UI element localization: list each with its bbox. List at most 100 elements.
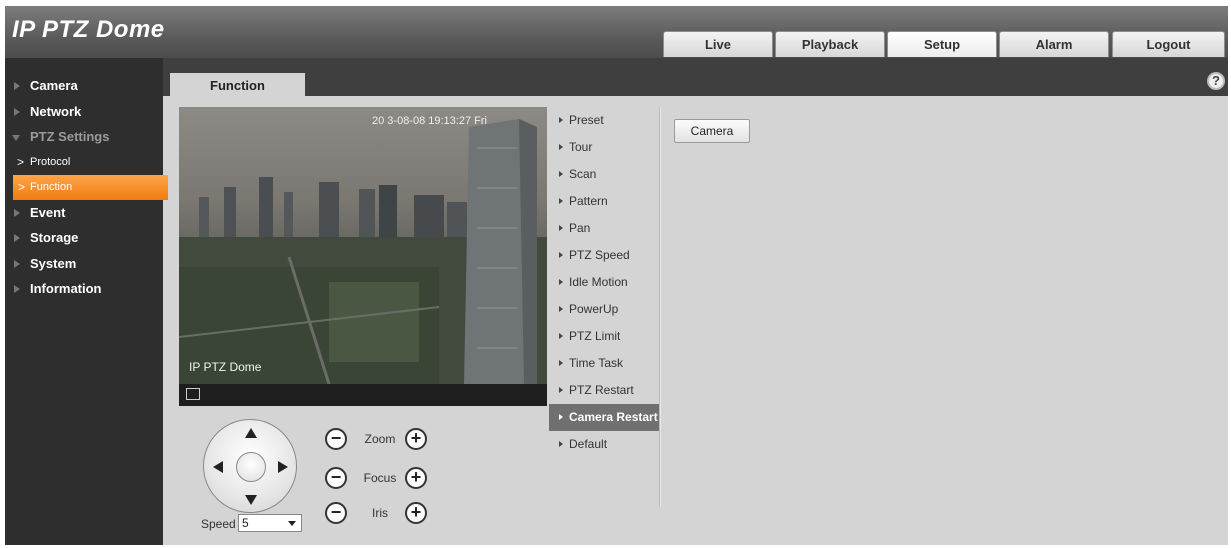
tab-setup[interactable]: Setup: [887, 31, 997, 57]
expand-arrow-icon: [14, 234, 20, 242]
sidebar-item-information[interactable]: Information: [5, 276, 163, 302]
sidebar-item-ptz-settings[interactable]: PTZ Settings: [5, 124, 163, 150]
arrow-right-icon: [559, 360, 563, 366]
arrow-right-icon: [559, 414, 563, 420]
menu-item-label: Pan: [569, 221, 591, 235]
menu-item-label: Tour: [569, 140, 593, 154]
sidebar-item-label: Information: [30, 281, 102, 296]
video-channel-name: IP PTZ Dome: [189, 360, 262, 374]
video-timestamp: 20 3-08-08 19:13:27 Fri: [372, 115, 487, 127]
sidebar-subitem-function[interactable]: > Function: [13, 174, 168, 200]
menu-item-ptz-speed[interactable]: PTZ Speed: [549, 242, 661, 269]
menu-item-label: Preset: [569, 113, 604, 127]
sidebar-item-label: Protocol: [30, 155, 71, 168]
iris-label: Iris: [372, 506, 388, 520]
menu-item-label: PTZ Restart: [569, 383, 634, 397]
camera-restart-button[interactable]: Camera: [674, 119, 750, 143]
arrow-right-icon: [559, 225, 563, 231]
menu-item-label: PTZ Limit: [569, 329, 621, 343]
menu-item-tour[interactable]: Tour: [549, 134, 661, 161]
menu-item-pan[interactable]: Pan: [549, 215, 661, 242]
menu-divider: [659, 107, 661, 507]
sidebar-item-label: Function: [30, 180, 73, 193]
tab-live[interactable]: Live: [663, 31, 773, 57]
arrow-right-icon: [559, 279, 563, 285]
arrow-right-icon: [559, 306, 563, 312]
menu-item-scan[interactable]: Scan: [549, 161, 661, 188]
app-frame: IP PTZ Dome Live Playback Setup Alarm Lo…: [5, 6, 1228, 545]
focus-label: Focus: [363, 471, 397, 485]
speed-value: 5: [242, 516, 249, 530]
sidebar-item-camera[interactable]: Camera: [5, 73, 163, 99]
sidebar-item-system[interactable]: System: [5, 251, 163, 277]
sidebar: Camera Network PTZ Settings > Protocol > F…: [5, 58, 168, 545]
menu-item-preset[interactable]: Preset: [549, 107, 661, 134]
arrow-right-icon: [559, 441, 563, 447]
zoom-out-button[interactable]: −: [325, 428, 347, 450]
menu-item-label: Pattern: [569, 194, 608, 208]
zoom-label: Zoom: [364, 432, 396, 446]
menu-item-idle-motion[interactable]: Idle Motion: [549, 269, 661, 296]
menu-item-label: PTZ Speed: [569, 248, 630, 262]
app-title: IP PTZ Dome: [12, 16, 165, 43]
menu-item-ptz-restart[interactable]: PTZ Restart: [549, 377, 661, 404]
menu-item-pattern[interactable]: Pattern: [549, 188, 661, 215]
chevron-right-icon: >: [17, 154, 25, 169]
menu-item-powerup[interactable]: PowerUp: [549, 296, 661, 323]
menu-item-label: Time Task: [569, 356, 624, 370]
focus-out-button[interactable]: −: [325, 467, 347, 489]
expand-arrow-icon: [14, 259, 20, 268]
collapse-arrow-icon: [12, 135, 20, 141]
sidebar-subitem-protocol[interactable]: > Protocol: [5, 150, 163, 175]
help-icon[interactable]: ?: [1207, 72, 1225, 90]
iris-close-button[interactable]: −: [325, 502, 347, 524]
sidebar-item-label: Network: [30, 103, 82, 119]
zoom-in-button[interactable]: +: [405, 428, 427, 450]
content-tab-function[interactable]: Function: [170, 73, 305, 99]
expand-arrow-icon: [14, 285, 20, 293]
menu-item-camera-restart[interactable]: Camera Restart: [549, 404, 661, 431]
arrow-left-icon[interactable]: [213, 461, 223, 473]
focus-in-button[interactable]: +: [405, 467, 427, 489]
arrow-right-icon: [559, 198, 563, 204]
arrow-right-icon: [559, 333, 563, 339]
function-menu: Preset Tour Scan Pattern Pan PTZ Speed I…: [549, 107, 661, 458]
ptz-center-button[interactable]: [236, 452, 266, 482]
expand-arrow-icon: [14, 208, 20, 217]
menu-item-label: Idle Motion: [569, 275, 628, 289]
tab-alarm[interactable]: Alarm: [999, 31, 1109, 57]
speed-select[interactable]: 5: [238, 514, 302, 532]
sidebar-item-label: PTZ Settings: [30, 129, 110, 144]
menu-item-default[interactable]: Default: [549, 431, 661, 458]
menu-item-ptz-limit[interactable]: PTZ Limit: [549, 323, 661, 350]
arrow-right-icon: [559, 144, 563, 150]
menu-item-label: Default: [569, 437, 608, 451]
fullscreen-icon[interactable]: [186, 388, 200, 400]
sidebar-item-label: Event: [30, 204, 66, 220]
sidebar-item-label: System: [30, 255, 77, 271]
arrow-right-icon: [559, 117, 563, 123]
chevron-down-icon: [288, 521, 296, 526]
iris-open-button[interactable]: +: [405, 502, 427, 524]
ptz-direction-pad: [203, 419, 297, 513]
sidebar-item-network[interactable]: Network: [5, 99, 163, 125]
arrow-right-icon[interactable]: [278, 461, 288, 473]
camera-image: [179, 107, 547, 384]
menu-item-time-task[interactable]: Time Task: [549, 350, 661, 377]
arrow-up-icon[interactable]: [245, 428, 257, 438]
video-preview[interactable]: 20 3-08-08 19:13:27 Fri IP PTZ Dome: [179, 107, 547, 406]
sidebar-item-event[interactable]: Event: [5, 200, 163, 226]
tab-logout[interactable]: Logout: [1112, 31, 1225, 57]
tab-playback[interactable]: Playback: [775, 31, 885, 57]
arrow-right-icon: [559, 387, 563, 393]
header: IP PTZ Dome Live Playback Setup Alarm Lo…: [5, 6, 1228, 58]
sidebar-item-label: Storage: [30, 230, 79, 245]
menu-item-label: Camera Restart: [569, 410, 658, 424]
arrow-right-icon: [559, 252, 563, 258]
sidebar-item-label: Camera: [30, 78, 78, 93]
chevron-right-icon: >: [18, 179, 26, 194]
sidebar-item-storage[interactable]: Storage: [5, 225, 163, 251]
expand-arrow-icon: [14, 82, 20, 90]
arrow-down-icon[interactable]: [245, 495, 257, 505]
speed-label: Speed: [201, 517, 236, 531]
